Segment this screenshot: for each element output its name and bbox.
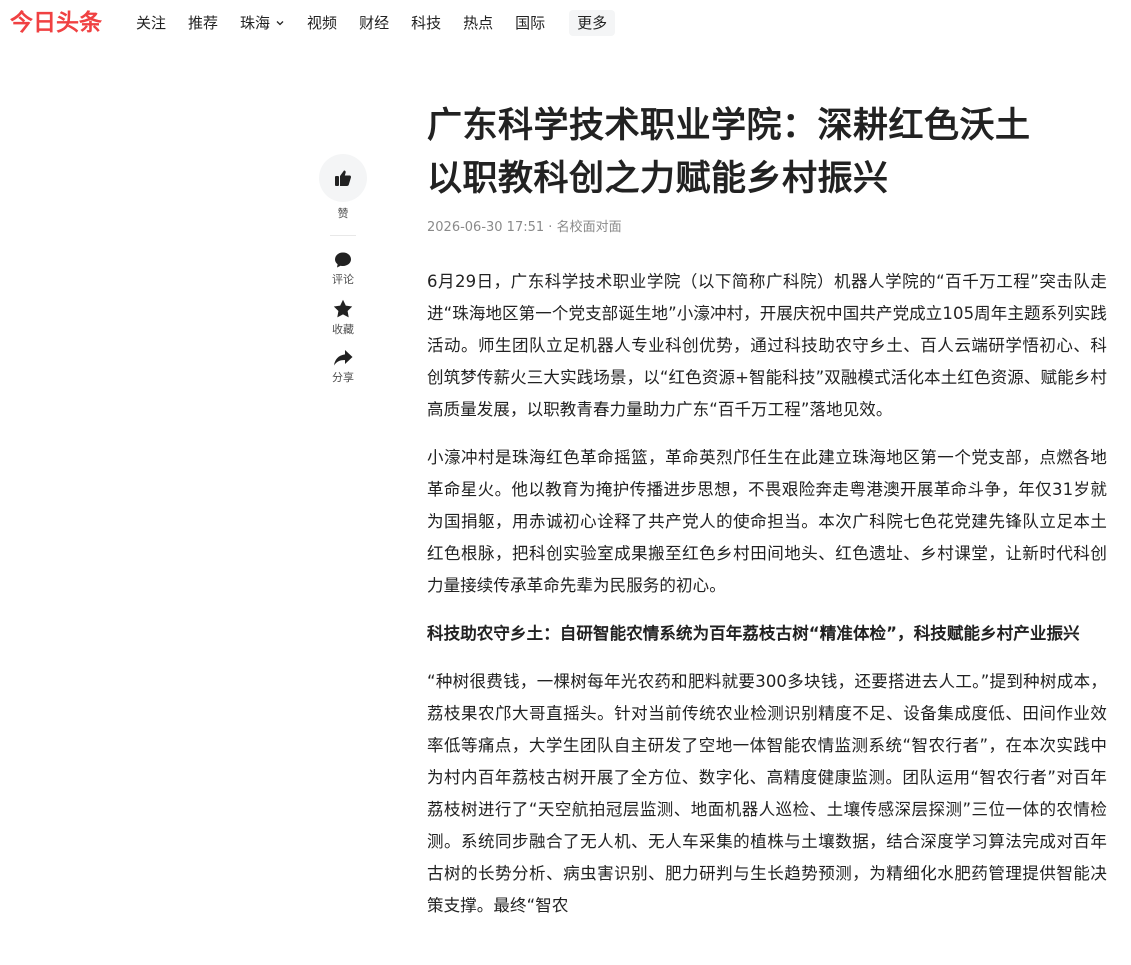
nav-item-hot[interactable]: 热点 [463, 10, 493, 36]
article-title-line: 以职教科创之力赋能乡村振兴 [427, 159, 889, 199]
nav-item-label: 科技 [411, 14, 442, 32]
nav-more-button[interactable]: 更多 [569, 10, 616, 36]
nav-more-label: 更多 [577, 14, 608, 32]
share-icon [334, 350, 353, 366]
nav-item-label: 国际 [515, 14, 546, 32]
article-action-sidebar: 赞 评论 收藏 分享 [318, 154, 368, 396]
like-label: 赞 [337, 207, 349, 220]
top-navbar: 今日头条 关注 推荐 珠海 视频 财经 科技 热点 国际 更多 [0, 0, 1131, 46]
nav-item-city[interactable]: 珠海 [240, 10, 285, 36]
nav-item-label: 关注 [136, 14, 167, 32]
article-paragraph: 小濠冲村是珠海红色革命摇篮，革命英烈邝任生在此建立珠海地区第一个党支部，点燃各地… [427, 448, 1107, 595]
like-button[interactable] [319, 154, 367, 202]
comment-button[interactable]: 评论 [318, 250, 368, 287]
article-title: 广东科学技术职业学院：深耕红色沃土 以职教科创之力赋能乡村振兴 [427, 100, 1107, 206]
article-paragraph: 6月29日，广东科学技术职业学院（以下简称广科院）机器人学院的“百千万工程”突击… [427, 272, 1107, 419]
nav-item-label: 热点 [463, 14, 494, 32]
nav-item-follow[interactable]: 关注 [136, 10, 166, 36]
article-meta: 2026-06-30 17:51 · 名校面对面 [427, 218, 1107, 238]
article-section-heading: 科技助农守乡土：自研智能农情系统为百年荔枝古树“精准体检”，科技赋能乡村产业振兴 [427, 624, 1080, 643]
nav-item-recommend[interactable]: 推荐 [188, 10, 218, 36]
toutiao-logo[interactable]: 今日头条 [10, 8, 102, 38]
favorite-label: 收藏 [332, 323, 354, 336]
nav-item-finance[interactable]: 财经 [359, 10, 389, 36]
article-content: 广东科学技术职业学院：深耕红色沃土 以职教科创之力赋能乡村振兴 2026-06-… [427, 100, 1107, 938]
share-label: 分享 [332, 371, 354, 384]
comment-label: 评论 [332, 273, 354, 286]
sidebar-divider [330, 235, 356, 236]
nav-item-video[interactable]: 视频 [307, 10, 337, 36]
article-paragraph: “种树很费钱，一棵树每年光农药和肥料就要300多块钱，还要搭进去人工。”提到种树… [427, 672, 1107, 915]
publish-date: 2026-06-30 17:51 [427, 220, 545, 235]
share-button[interactable]: 分享 [318, 348, 368, 385]
meta-separator: · [548, 220, 557, 235]
favorite-button[interactable]: 收藏 [318, 298, 368, 337]
channel-nav: 关注 推荐 珠海 视频 财经 科技 热点 国际 更多 [136, 10, 637, 36]
nav-item-label: 视频 [307, 14, 338, 32]
comment-icon [335, 252, 351, 268]
thumbs-up-icon [335, 170, 352, 186]
nav-item-label: 推荐 [188, 14, 219, 32]
nav-item-label: 珠海 [240, 14, 271, 32]
article-source[interactable]: 名校面对面 [557, 220, 622, 235]
nav-item-label: 财经 [359, 14, 390, 32]
article-title-line: 广东科学技术职业学院：深耕红色沃土 [427, 106, 1031, 146]
chevron-down-icon [276, 21, 284, 26]
star-icon [333, 299, 353, 318]
nav-item-tech[interactable]: 科技 [411, 10, 441, 36]
nav-item-international[interactable]: 国际 [515, 10, 545, 36]
